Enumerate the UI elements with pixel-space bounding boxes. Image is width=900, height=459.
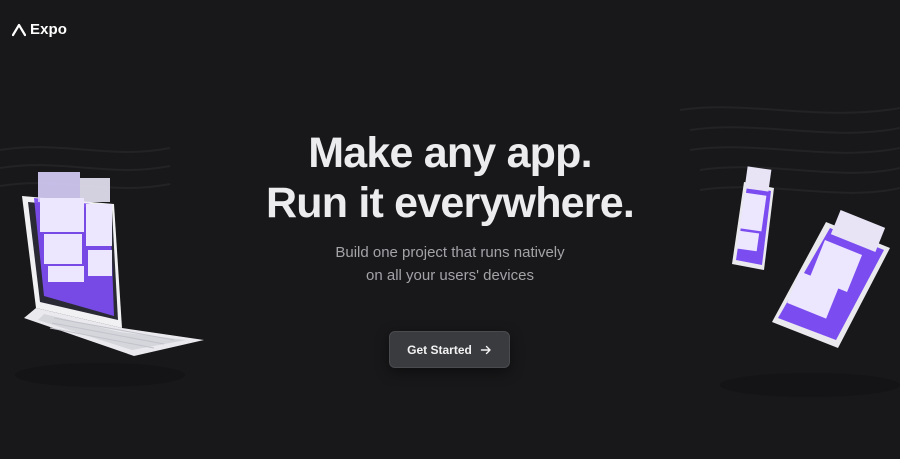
expo-logo-link[interactable]: Expo [12, 20, 67, 40]
arrow-right-icon [480, 345, 491, 354]
phone-tablet-illustration [732, 166, 890, 348]
get-started-button[interactable]: Get Started [389, 331, 510, 368]
get-started-label: Get Started [407, 342, 472, 357]
expo-logo-icon [12, 23, 26, 37]
logo-text: Expo [30, 21, 68, 38]
landing-page: Expo Make any app. Run it everywhere. Bu… [0, 0, 900, 459]
